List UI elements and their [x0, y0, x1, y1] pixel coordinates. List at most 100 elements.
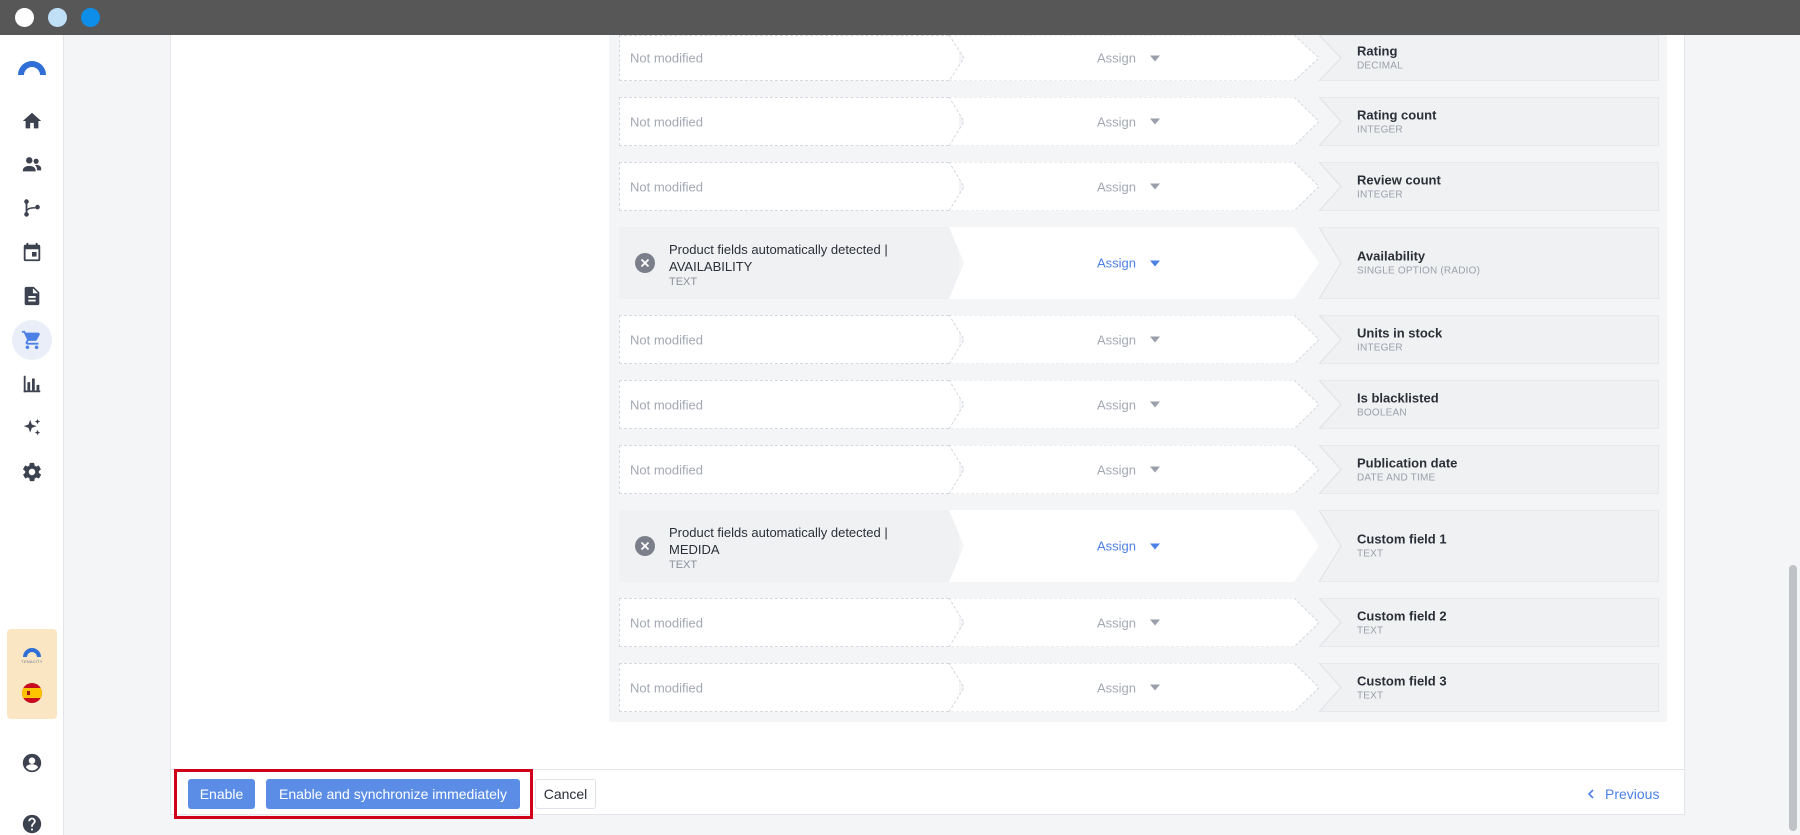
destination-field: Custom field 3 TEXT: [1319, 663, 1659, 712]
account-logo-text: TENACITY: [21, 659, 43, 664]
assign-cell: Assign: [949, 380, 1319, 429]
assign-dropdown[interactable]: Assign: [1097, 50, 1161, 66]
automation-icon[interactable]: [12, 188, 52, 228]
page-scrollbar[interactable]: [1789, 565, 1797, 831]
caret-down-icon: [1150, 684, 1161, 691]
assign-cell: Assign: [949, 315, 1319, 364]
assign-dropdown[interactable]: Assign: [1097, 332, 1161, 347]
source-field[interactable]: Product fields automatically detected | …: [619, 227, 959, 299]
assign-label: Assign: [1097, 397, 1137, 412]
assign-label: Assign: [1097, 255, 1137, 271]
assign-label: Assign: [1097, 538, 1137, 554]
source-field[interactable]: Not modified: [619, 663, 959, 712]
assign-dropdown[interactable]: Assign: [1097, 179, 1161, 194]
assign-dropdown[interactable]: Assign: [1097, 680, 1161, 695]
user-profile-icon[interactable]: [12, 743, 52, 783]
assign-cell: Assign: [949, 97, 1319, 146]
caret-down-icon: [1150, 183, 1161, 190]
mapping-row: Product fields automatically detected | …: [619, 510, 1659, 582]
destination-field-name: Rating: [1357, 43, 1398, 59]
assign-cell: Assign: [949, 35, 1319, 81]
source-field-type: TEXT: [669, 276, 698, 288]
source-field[interactable]: Not modified: [619, 162, 959, 211]
gear-icon[interactable]: [12, 452, 52, 492]
source-field[interactable]: Not modified: [619, 35, 959, 81]
home-icon[interactable]: [12, 101, 52, 141]
source-field-name: Product fields automatically detected | …: [669, 525, 888, 557]
assign-cell: Assign: [949, 510, 1319, 582]
mapping-row: Not modified Assign Rating DECIMAL: [619, 35, 1659, 81]
assign-label: Assign: [1097, 50, 1137, 66]
source-field[interactable]: Product fields automatically detected | …: [619, 510, 959, 582]
caret-down-icon: [1150, 466, 1161, 473]
assign-label: Assign: [1097, 615, 1137, 630]
document-icon[interactable]: [12, 276, 52, 316]
mapping-row: Not modified Assign Rating count INTEGER: [619, 97, 1659, 146]
assign-cell: Assign: [949, 663, 1319, 712]
window-close-button[interactable]: [15, 8, 34, 27]
chevron-left-icon: [1587, 789, 1594, 799]
mapping-row: Not modified Assign Publication date DATE A…: [619, 445, 1659, 494]
source-field[interactable]: Not modified: [619, 598, 959, 647]
assign-dropdown[interactable]: Assign: [1097, 538, 1161, 554]
caret-down-icon: [1150, 401, 1161, 408]
source-placeholder: Not modified: [630, 397, 703, 412]
caret-down-icon: [1150, 543, 1161, 549]
destination-field-type: INTEGER: [1357, 124, 1403, 135]
source-placeholder: Not modified: [630, 332, 703, 347]
destination-field: Review count INTEGER: [1319, 162, 1659, 211]
caret-down-icon: [1150, 118, 1161, 125]
mapping-row: Not modified Assign Review count INTEGER: [619, 162, 1659, 211]
destination-field-name: Custom field 3: [1357, 673, 1447, 688]
assign-label: Assign: [1097, 179, 1137, 194]
destination-field-type: DECIMAL: [1357, 60, 1403, 72]
assign-dropdown[interactable]: Assign: [1097, 462, 1161, 477]
chart-icon[interactable]: [12, 364, 52, 404]
assign-cell: Assign: [949, 445, 1319, 494]
destination-field-name: Custom field 2: [1357, 608, 1447, 623]
destination-field-type: BOOLEAN: [1357, 407, 1407, 418]
previous-button[interactable]: Previous: [1587, 784, 1659, 804]
help-icon[interactable]: [12, 804, 52, 835]
assign-dropdown[interactable]: Assign: [1097, 615, 1161, 630]
destination-field: Units in stock INTEGER: [1319, 315, 1659, 364]
contacts-icon[interactable]: [12, 144, 52, 184]
account-switcher[interactable]: TENACITY: [7, 629, 57, 719]
source-placeholder: Not modified: [630, 114, 703, 129]
cart-icon[interactable]: [12, 320, 52, 360]
source-placeholder: Not modified: [630, 50, 703, 66]
destination-field-type: TEXT: [1357, 625, 1384, 636]
source-field[interactable]: Not modified: [619, 97, 959, 146]
source-field[interactable]: Not modified: [619, 380, 959, 429]
destination-field-name: Availability: [1357, 248, 1426, 264]
destination-field: Custom field 1 TEXT: [1319, 510, 1659, 582]
assign-dropdown[interactable]: Assign: [1097, 255, 1161, 271]
calendar-icon[interactable]: [12, 232, 52, 272]
source-field[interactable]: Not modified: [619, 445, 959, 494]
remove-mapping-icon[interactable]: [635, 253, 655, 273]
window-titlebar: [0, 0, 1800, 35]
remove-mapping-icon[interactable]: [635, 536, 655, 556]
destination-field: Availability SINGLE OPTION (RADIO): [1319, 227, 1659, 299]
caret-down-icon: [1150, 619, 1161, 626]
assign-dropdown[interactable]: Assign: [1097, 397, 1161, 412]
mapping-row: Not modified Assign Is blacklisted BOOLEAN: [619, 380, 1659, 429]
caret-down-icon: [1150, 55, 1161, 61]
sparkles-icon[interactable]: [12, 408, 52, 448]
mapping-row: Product fields automatically detected | …: [619, 227, 1659, 299]
assign-cell: Assign: [949, 227, 1319, 299]
destination-field-type: INTEGER: [1357, 189, 1403, 200]
source-field[interactable]: Not modified: [619, 315, 959, 364]
window-maximize-button[interactable]: [81, 8, 100, 27]
assign-label: Assign: [1097, 680, 1137, 695]
destination-field-type: SINGLE OPTION (RADIO): [1357, 265, 1481, 277]
destination-field-name: Review count: [1357, 172, 1441, 187]
assign-dropdown[interactable]: Assign: [1097, 114, 1161, 129]
sidebar: TENACITY: [0, 35, 64, 835]
source-placeholder: Not modified: [630, 680, 703, 695]
destination-field-type: TEXT: [1357, 548, 1384, 560]
cancel-button[interactable]: Cancel: [535, 779, 596, 809]
source-placeholder: Not modified: [630, 615, 703, 630]
app-logo-icon[interactable]: [12, 47, 52, 87]
window-minimize-button[interactable]: [48, 8, 67, 27]
